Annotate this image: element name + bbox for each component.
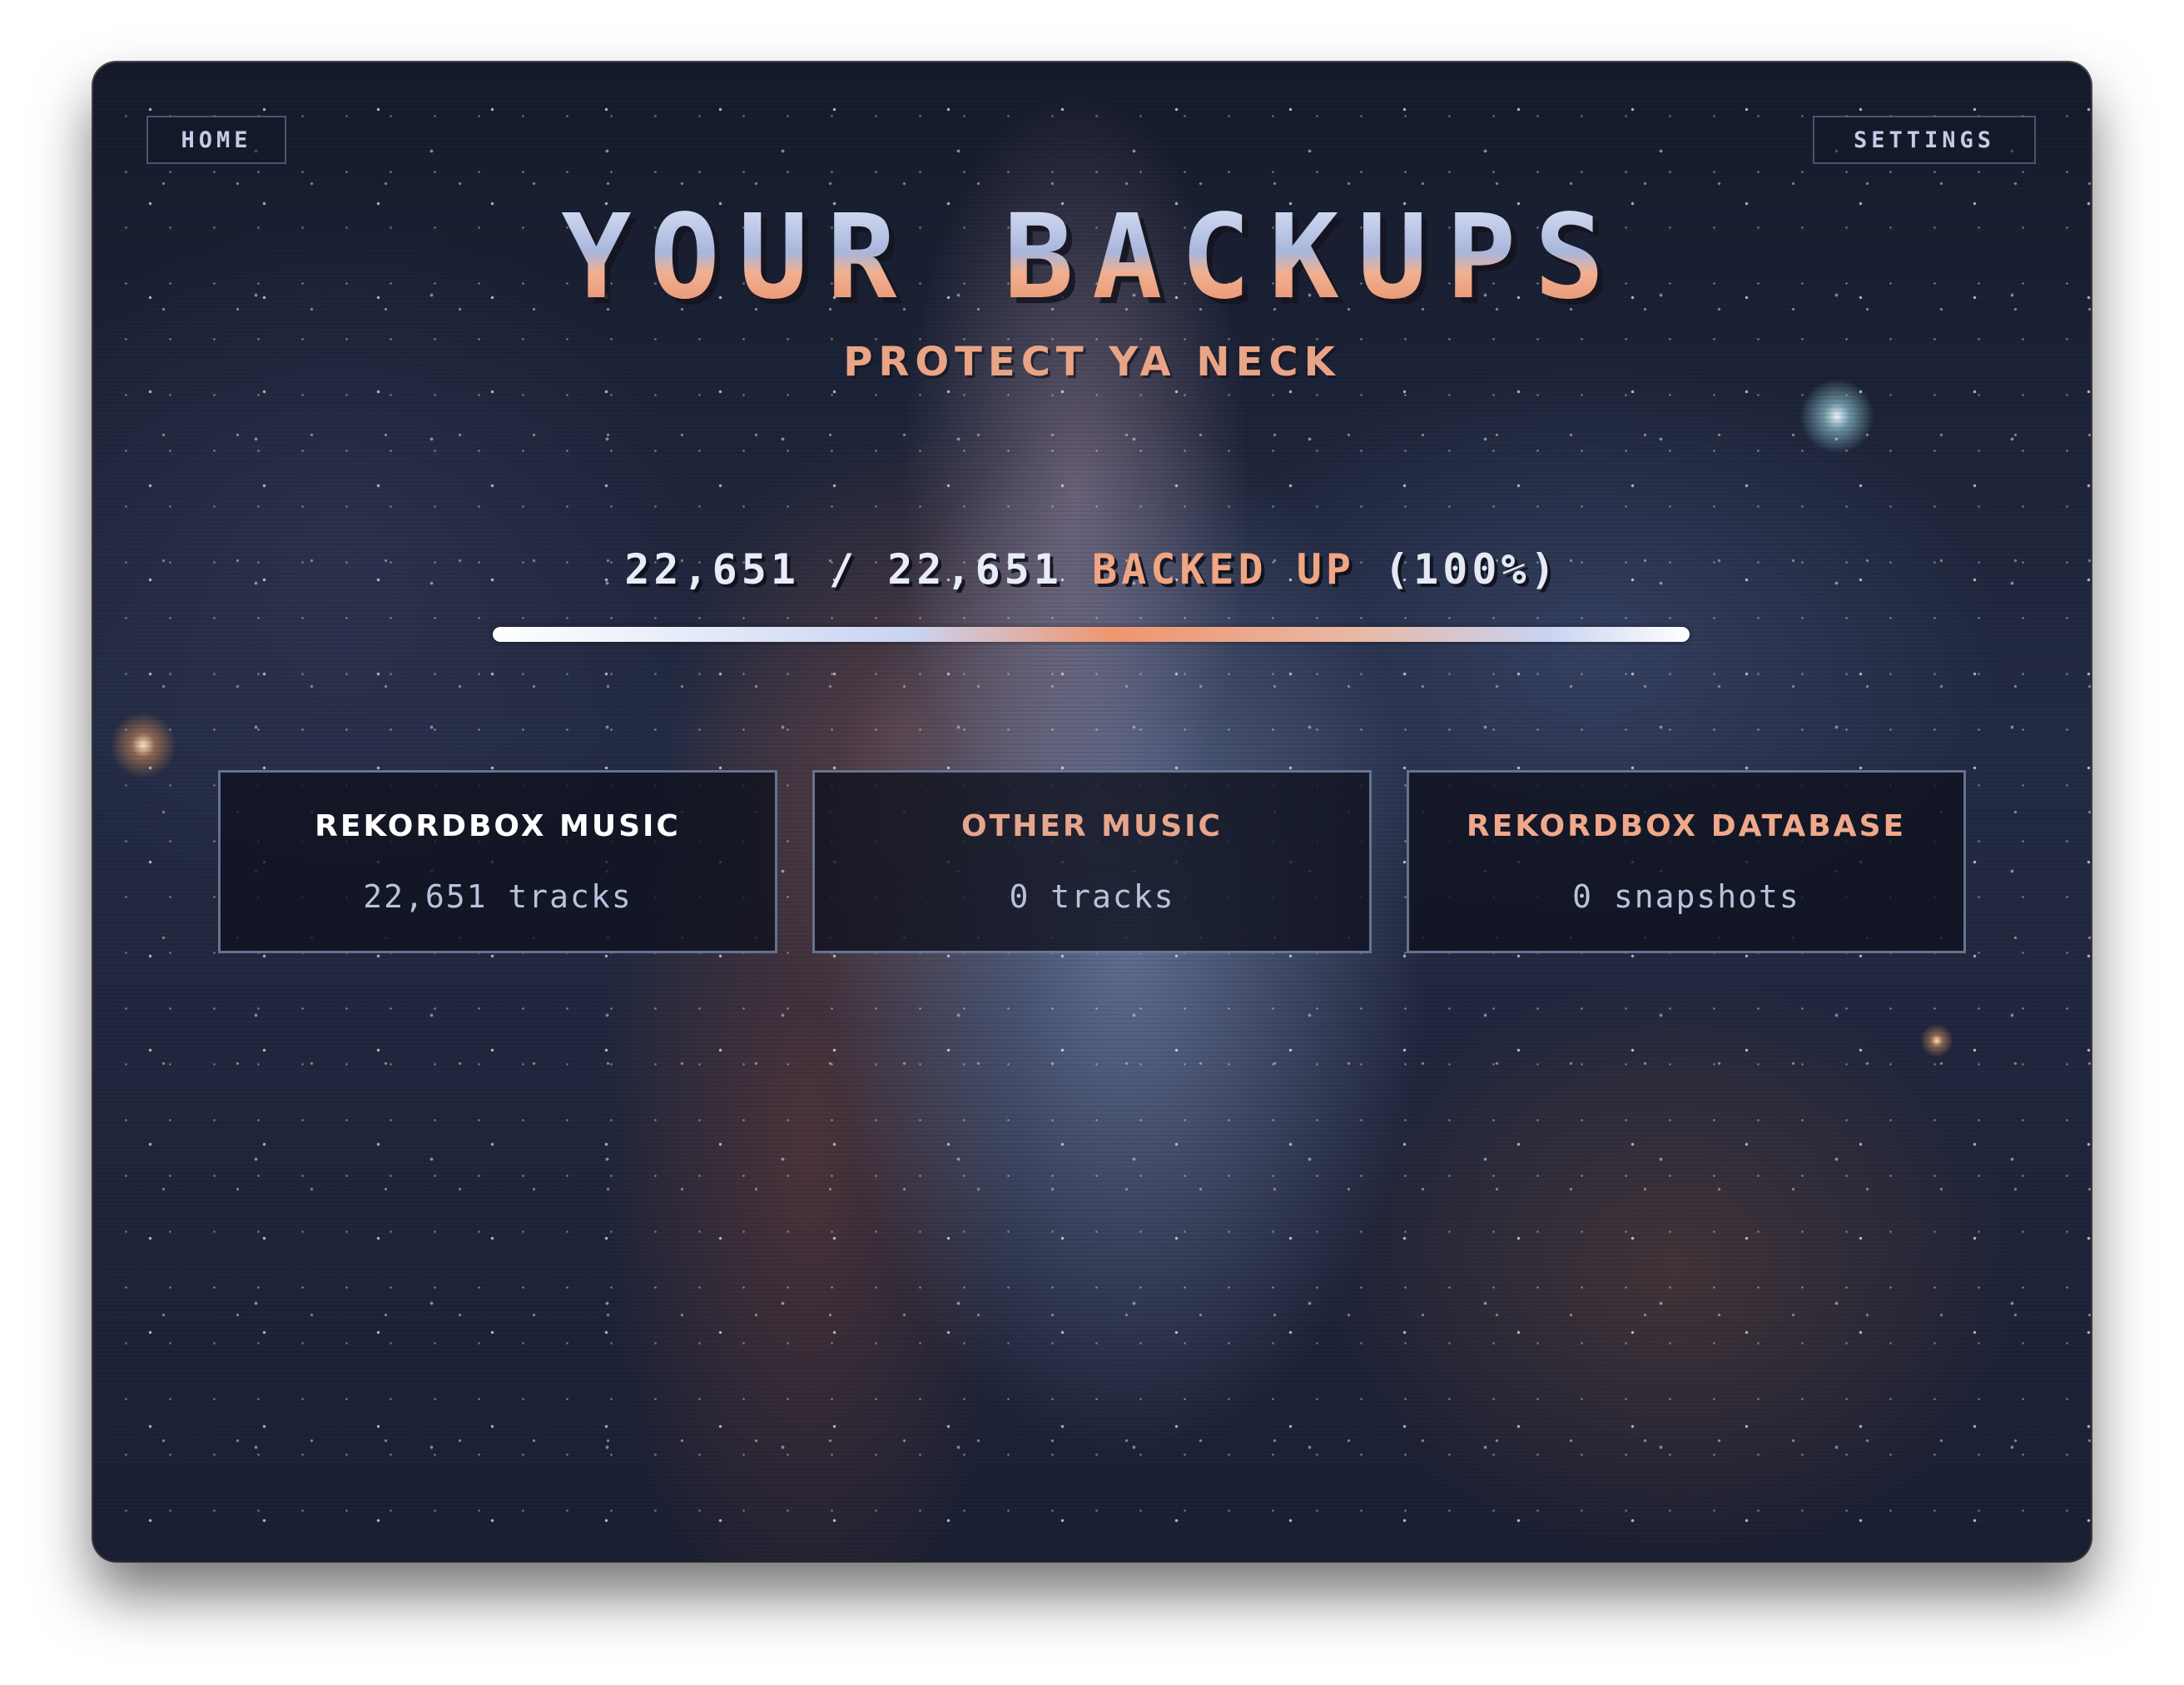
page-title: YOUR BACKUPS	[93, 196, 2091, 321]
backed-up-count: 22,651	[624, 545, 800, 594]
total-count: 22,651	[887, 545, 1063, 594]
card-track-count: 22,651 tracks	[363, 878, 633, 915]
card-other-music[interactable]: OTHER MUSIC 0 tracks	[812, 770, 1372, 953]
app-window: HOME SETTINGS YOUR BACKUPS PROTECT YA NE…	[93, 62, 2091, 1561]
home-button[interactable]: HOME	[146, 116, 286, 164]
page-subtitle: PROTECT YA NECK	[843, 339, 1341, 385]
card-title: REKORDBOX MUSIC	[315, 809, 681, 843]
backed-up-word: BACKED UP	[1092, 545, 1355, 594]
backup-progress-bar	[493, 627, 1690, 642]
card-title: REKORDBOX DATABASE	[1466, 809, 1907, 843]
backup-percent: (100%)	[1384, 545, 1560, 594]
settings-button[interactable]: SETTINGS	[1813, 116, 2036, 164]
card-rekordbox-music[interactable]: REKORDBOX MUSIC 22,651 tracks	[218, 770, 777, 953]
card-title: OTHER MUSIC	[961, 809, 1223, 843]
backup-progress-label: 22,651 / 22,651 BACKED UP (100%)	[93, 545, 2091, 594]
card-rekordbox-database[interactable]: REKORDBOX DATABASE 0 snapshots	[1407, 770, 1966, 953]
backup-progress-fill	[493, 627, 1690, 642]
card-snapshot-count: 0 snapshots	[1572, 878, 1800, 915]
card-track-count: 0 tracks	[1009, 878, 1175, 915]
count-separator: /	[829, 545, 859, 594]
